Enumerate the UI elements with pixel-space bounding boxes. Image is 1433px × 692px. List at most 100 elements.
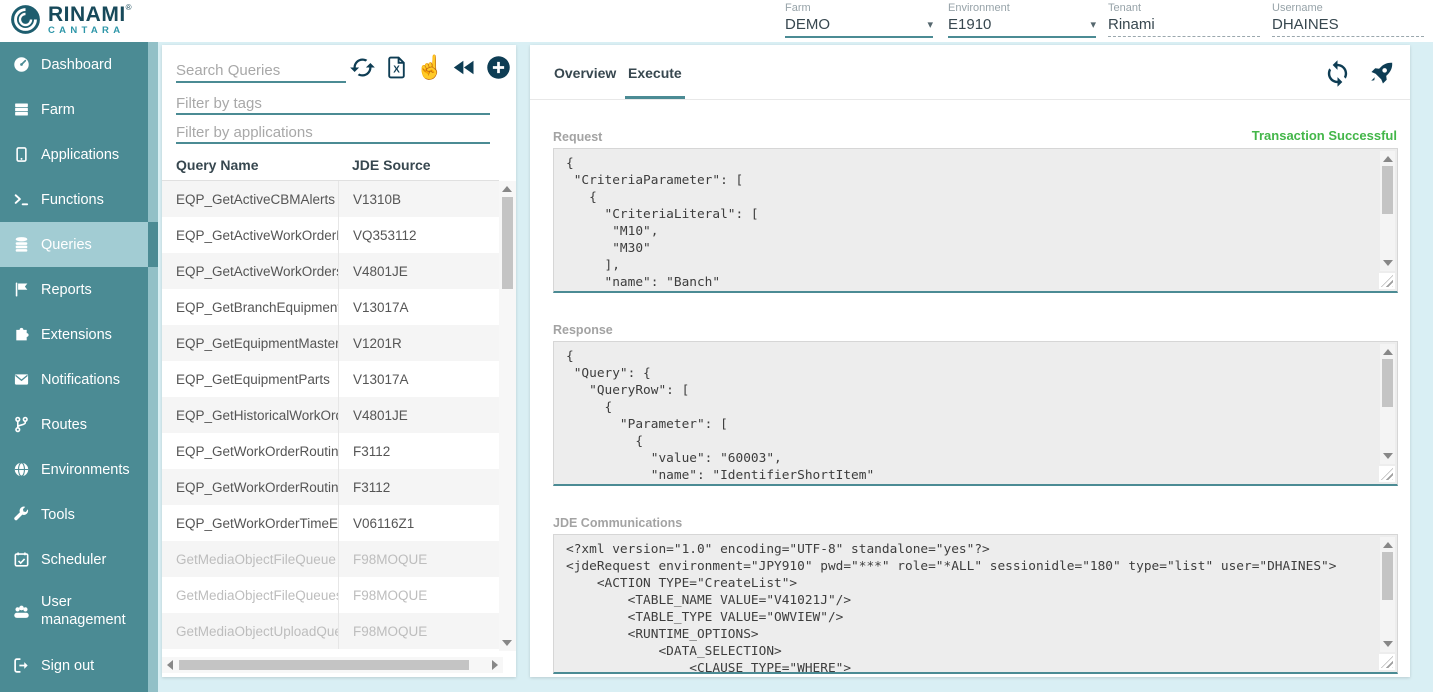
sidebar-item-functions[interactable]: Functions (0, 177, 158, 222)
search-input[interactable] (176, 59, 346, 83)
query-list-panel: X ☝ Query Name JDE Source EQP_GetActiveC… (162, 45, 516, 677)
table-row[interactable]: EQP_GetActiveWorkOrdersV4801JE (162, 253, 499, 289)
scroll-thumb[interactable] (502, 197, 513, 289)
excel-export-icon[interactable]: X (382, 53, 410, 81)
top-header: RINAMI® CANTARA Farm DEMO▾ Environment E… (0, 0, 1433, 42)
textarea-scrollbar[interactable] (1380, 151, 1395, 271)
query-name-cell: EQP_GetEquipmentMaster (162, 336, 338, 351)
query-name-cell: GetMediaObjectFileQueues (162, 588, 338, 603)
jde-communications-content: <?xml version="1.0" encoding="UTF-8" sta… (554, 535, 1397, 674)
sidebar-item-queries[interactable]: Queries (0, 222, 158, 267)
table-row[interactable]: EQP_GetHistoricalWorkOrdV4801JE (162, 397, 499, 433)
user-management-icon (13, 603, 30, 620)
sidebar-item-user-management[interactable]: User management (0, 582, 158, 640)
request-textarea[interactable]: { "CriteriaParameter": [ { "CriteriaLite… (553, 148, 1398, 293)
hand-select-icon[interactable]: ☝ (416, 53, 444, 81)
table-row[interactable]: EQP_GetWorkOrderRoutingF3112 (162, 469, 499, 505)
table-row[interactable]: EQP_GetBranchEquipmentV13017A (162, 289, 499, 325)
sidebar-item-scheduler[interactable]: Scheduler (0, 537, 158, 582)
table-row[interactable]: EQP_GetActiveCBMAlertsV1310B (162, 181, 499, 217)
query-name-cell: EQP_GetEquipmentParts (162, 372, 338, 387)
list-horizontal-scrollbar[interactable] (162, 657, 503, 673)
username-field[interactable]: Username DHAINES (1272, 2, 1424, 37)
sidebar-item-environments[interactable]: Environments (0, 447, 158, 492)
scroll-thumb[interactable] (179, 660, 469, 670)
environment-select[interactable]: Environment E1910▾ (948, 2, 1096, 38)
sidebar-item-extensions[interactable]: Extensions (0, 312, 158, 357)
table-row[interactable]: GetMediaObjectFileQueueF98MOQUE (162, 541, 499, 577)
sidebar-item-dashboard[interactable]: Dashboard (0, 42, 158, 87)
farm-icon (13, 101, 30, 118)
dashboard-icon (13, 56, 30, 73)
sidebar-item-sign-out[interactable]: Sign out (0, 643, 158, 688)
scroll-left-arrow[interactable] (167, 660, 173, 670)
tools-icon (13, 506, 30, 523)
environment-label: Environment (948, 2, 1096, 14)
jde-communications-textarea[interactable]: <?xml version="1.0" encoding="UTF-8" sta… (553, 534, 1398, 674)
sync-icon[interactable] (348, 53, 376, 81)
query-name-cell: EQP_GetActiveCBMAlerts (162, 192, 338, 207)
request-content: { "CriteriaParameter": [ { "CriteriaLite… (554, 149, 1397, 293)
rinami-logo-icon (10, 4, 41, 35)
sidebar-item-applications[interactable]: Applications (0, 132, 158, 177)
tab-overview[interactable]: Overview (554, 45, 616, 100)
textarea-scrollbar[interactable] (1380, 537, 1395, 652)
column-jde-source: JDE Source (352, 157, 431, 173)
jde-source-cell: F98MOQUE (338, 577, 478, 613)
rewind-icon[interactable] (450, 53, 478, 81)
table-row[interactable]: EQP_GetWorkOrderRoutingF3112 (162, 433, 499, 469)
jde-source-cell: F98MOQUE (338, 613, 478, 649)
response-textarea[interactable]: { "Query": { "QueryRow": [ { "Parameter"… (553, 341, 1398, 486)
sidebar-item-routes[interactable]: Routes (0, 402, 158, 447)
sidebar-item-tools[interactable]: Tools (0, 492, 158, 537)
query-name-cell: EQP_GetHistoricalWorkOrd (162, 408, 338, 423)
notifications-icon (13, 371, 30, 388)
scroll-up-arrow[interactable] (502, 186, 512, 192)
table-row[interactable]: GetMediaObjectUploadQueF98MOQUE (162, 613, 499, 649)
list-vertical-scrollbar[interactable] (499, 181, 516, 651)
filter-tags-input[interactable] (176, 93, 490, 115)
query-table-header: Query Name JDE Source (162, 149, 499, 181)
sidebar-item-label: Tools (41, 507, 75, 523)
resize-grip-icon[interactable] (1379, 654, 1395, 670)
resize-grip-icon[interactable] (1379, 273, 1395, 289)
resize-grip-icon[interactable] (1379, 466, 1395, 482)
sidebar-item-label: User management (41, 593, 150, 629)
query-detail-panel: Overview Execute Request Transaction Suc… (530, 45, 1410, 677)
farm-select[interactable]: Farm DEMO▾ (785, 2, 933, 38)
table-row[interactable]: EQP_GetWorkOrderTimeEntV06116Z1 (162, 505, 499, 541)
username-label: Username (1272, 2, 1424, 14)
sidebar-item-label: Functions (41, 192, 104, 208)
jde-source-cell: F3112 (338, 433, 478, 469)
scroll-right-arrow[interactable] (492, 660, 498, 670)
query-name-cell: GetMediaObjectFileQueue (162, 552, 338, 567)
applications-icon (13, 146, 30, 163)
chevron-down-icon: ▾ (1090, 18, 1096, 31)
add-query-icon[interactable] (484, 53, 512, 81)
sidebar-item-reports[interactable]: Reports (0, 267, 158, 312)
brand-subname: CANTARA (48, 26, 132, 36)
sidebar-item-notifications[interactable]: Notifications (0, 357, 158, 402)
sidebar-item-label: Routes (41, 417, 87, 433)
refresh-icon[interactable] (1322, 58, 1352, 88)
textarea-scrollbar[interactable] (1380, 344, 1395, 464)
sidebar-item-label: Farm (41, 102, 75, 118)
rocket-deploy-icon[interactable] (1366, 58, 1396, 88)
queries-icon (13, 236, 30, 253)
tab-execute[interactable]: Execute (628, 45, 682, 100)
jde-source-cell: V1201R (338, 325, 478, 361)
sign-out-icon (13, 657, 30, 674)
filter-applications-input[interactable] (176, 122, 490, 144)
tenant-field[interactable]: Tenant Rinami (1108, 2, 1260, 37)
routes-icon (13, 416, 30, 433)
table-row[interactable]: EQP_GetEquipmentMasterV1201R (162, 325, 499, 361)
query-name-cell: EQP_GetBranchEquipment (162, 300, 338, 315)
sidebar-nav: Dashboard Farm Applications Functions Qu… (0, 42, 158, 692)
table-row[interactable]: GetMediaObjectFileQueuesF98MOQUE (162, 577, 499, 613)
table-row[interactable]: EQP_GetActiveWorkOrderRVQ353112 (162, 217, 499, 253)
sidebar-item-farm[interactable]: Farm (0, 87, 158, 132)
sidebar-item-label: Scheduler (41, 552, 106, 568)
request-label: Request (553, 130, 602, 144)
table-row[interactable]: EQP_GetEquipmentPartsV13017A (162, 361, 499, 397)
scroll-down-arrow[interactable] (502, 640, 512, 646)
